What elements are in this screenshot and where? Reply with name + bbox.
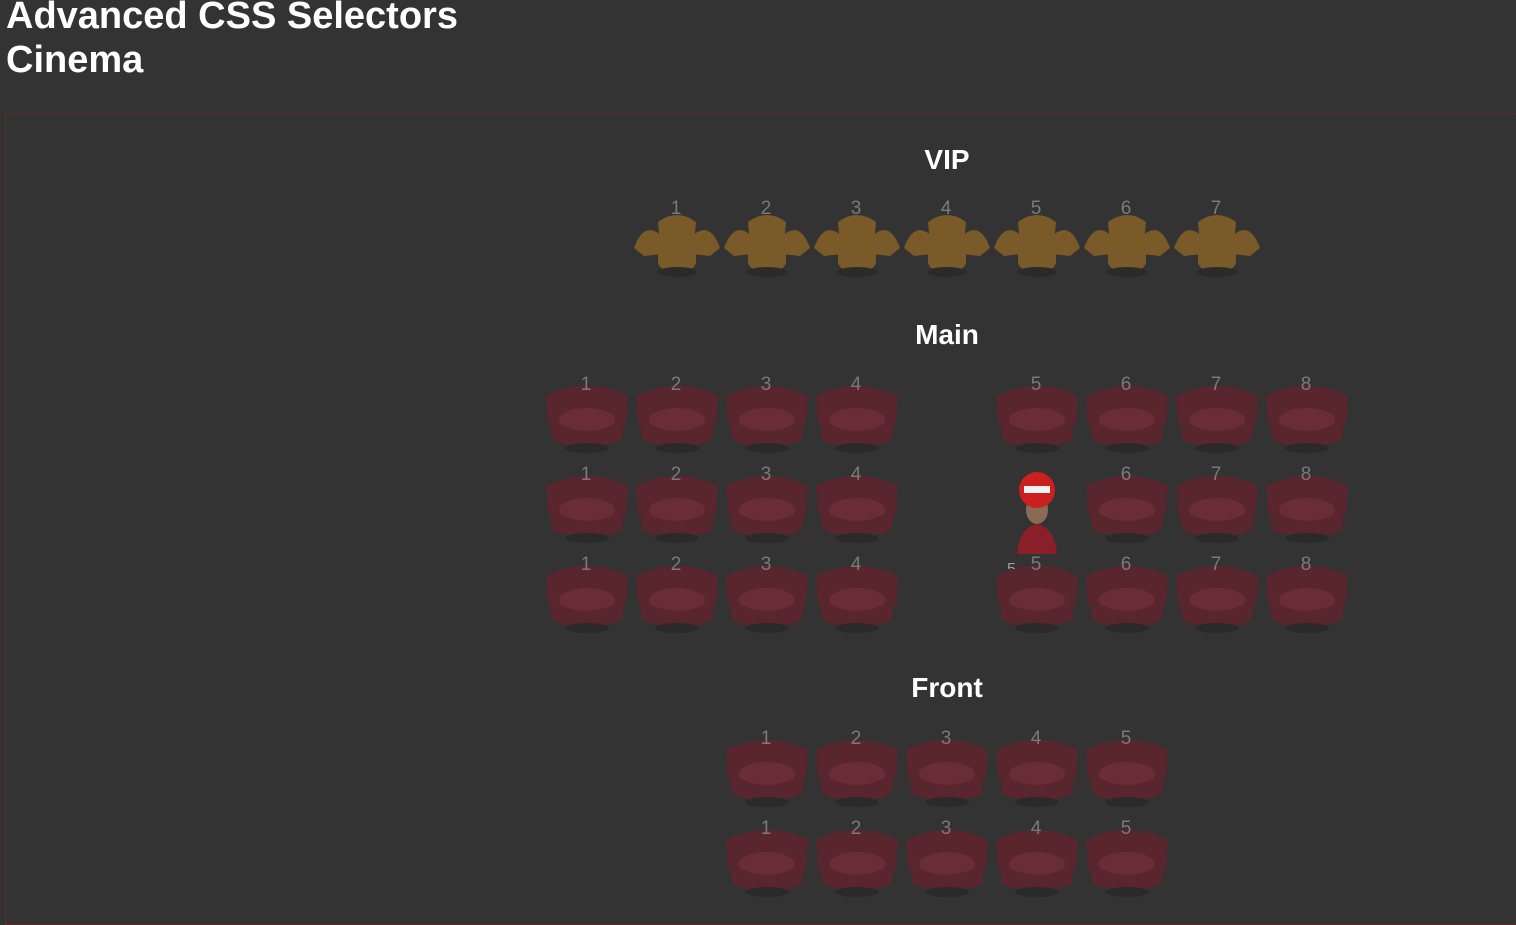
section-title-vip: VIP: [924, 144, 970, 175]
seat-number: 4: [850, 554, 862, 575]
page-header: Advanced CSS Selectors Cinema: [6, 0, 458, 82]
main-seat[interactable]: 8: [1262, 554, 1352, 644]
main-seat[interactable]: 4: [812, 464, 902, 554]
seat-number: 1: [670, 198, 682, 219]
seat-number: 2: [850, 728, 862, 749]
main-seat[interactable]: 5: [992, 374, 1082, 464]
main-seat[interactable]: 1: [542, 554, 632, 644]
seat-number: 4: [1030, 728, 1042, 749]
main-seat[interactable]: 2: [632, 464, 722, 554]
seat-number: 2: [670, 464, 682, 485]
seat-number: 6: [1120, 198, 1132, 219]
seat-number: 8: [1300, 554, 1312, 575]
seat-number: 1: [580, 554, 592, 575]
person-with-cap-icon: [1017, 472, 1057, 554]
front-seat[interactable]: 1: [722, 728, 812, 818]
main-seat[interactable]: 6: [1082, 374, 1172, 464]
vip-seat[interactable]: 7: [1172, 198, 1262, 288]
section-title-front: Front: [911, 672, 983, 703]
main-seat[interactable]: 8: [1262, 374, 1352, 464]
seat-number: 3: [850, 198, 862, 219]
front-seat[interactable]: 2: [812, 728, 902, 818]
seat-number: 7: [1210, 464, 1222, 485]
seat-number: 5: [1120, 728, 1132, 749]
seat-number: 4: [940, 198, 952, 219]
main-seat[interactable]: 4: [812, 554, 902, 644]
vip-seat[interactable]: 4: [902, 198, 992, 288]
main-seat[interactable]: 7: [1172, 464, 1262, 554]
seat-number: 6: [1120, 464, 1132, 485]
seat-number: 1: [760, 818, 772, 839]
seat-number: 7: [1210, 554, 1222, 575]
page-title: Advanced CSS Selectors: [6, 0, 458, 37]
front-seat[interactable]: 3: [902, 818, 992, 908]
front-seat[interactable]: 4: [992, 818, 1082, 908]
main-seat[interactable]: 3: [722, 464, 812, 554]
seat-number: 7: [1210, 374, 1222, 395]
main-seat[interactable]: 2: [632, 554, 722, 644]
seat-number: 3: [940, 728, 952, 749]
page-subtitle: Cinema: [6, 39, 144, 81]
main-seat[interactable]: 7: [1172, 374, 1262, 464]
front-seat[interactable]: 1: [722, 818, 812, 908]
front-seat[interactable]: 5: [1082, 728, 1172, 818]
seat-number: 5: [1030, 198, 1042, 219]
vip-seat[interactable]: 6: [1082, 198, 1172, 288]
seat-number: 4: [850, 374, 862, 395]
seat-number: 2: [670, 374, 682, 395]
vip-seat[interactable]: 2: [722, 198, 812, 288]
seat-number: 2: [670, 554, 682, 575]
seat-number: 2: [850, 818, 862, 839]
cinema-hall: VIP Main Front 1 2 3 4 5 6 7 1 2 3 4 5 6 7 8 1 2 3 4 5 6 7 8 1 2…: [5, 113, 1516, 925]
front-seat[interactable]: 4: [992, 728, 1082, 818]
seat-number: 3: [760, 554, 772, 575]
occupied-seat[interactable]: 5: [1007, 466, 1067, 578]
main-seat[interactable]: 1: [542, 374, 632, 464]
seat-number: 4: [850, 464, 862, 485]
section-title-main: Main: [915, 319, 979, 350]
seat-number: 1: [580, 374, 592, 395]
vip-seat[interactable]: 3: [812, 198, 902, 288]
seat-number: 6: [1120, 374, 1132, 395]
seat-number: 3: [760, 374, 772, 395]
main-seat[interactable]: 7: [1172, 554, 1262, 644]
front-seat[interactable]: 5: [1082, 818, 1172, 908]
seat-number: 6: [1120, 554, 1132, 575]
seat-number: 3: [940, 818, 952, 839]
seat-number: 2: [760, 198, 772, 219]
main-seat[interactable]: 4: [812, 374, 902, 464]
main-seat[interactable]: 5: [992, 554, 1082, 644]
main-seat[interactable]: 1: [542, 464, 632, 554]
main-seat[interactable]: 8: [1262, 464, 1352, 554]
main-seat[interactable]: 3: [722, 374, 812, 464]
seat-number: 1: [760, 728, 772, 749]
vip-seat[interactable]: 1: [632, 198, 722, 288]
seat-number: 5: [1030, 374, 1042, 395]
vip-seat[interactable]: 5: [992, 198, 1082, 288]
seat-number: 8: [1300, 464, 1312, 485]
seat-number: 3: [760, 464, 772, 485]
front-seat[interactable]: 3: [902, 728, 992, 818]
front-seat[interactable]: 2: [812, 818, 902, 908]
seat-number: 4: [1030, 818, 1042, 839]
seat-number: 7: [1210, 198, 1222, 219]
main-seat[interactable]: 3: [722, 554, 812, 644]
seat-number: 5: [1030, 554, 1042, 575]
main-seat[interactable]: 2: [632, 374, 722, 464]
main-seat[interactable]: 6: [1082, 464, 1172, 554]
seat-number: 1: [580, 464, 592, 485]
main-seat[interactable]: 6: [1082, 554, 1172, 644]
seat-number: 5: [1120, 818, 1132, 839]
seat-number: 8: [1300, 374, 1312, 395]
